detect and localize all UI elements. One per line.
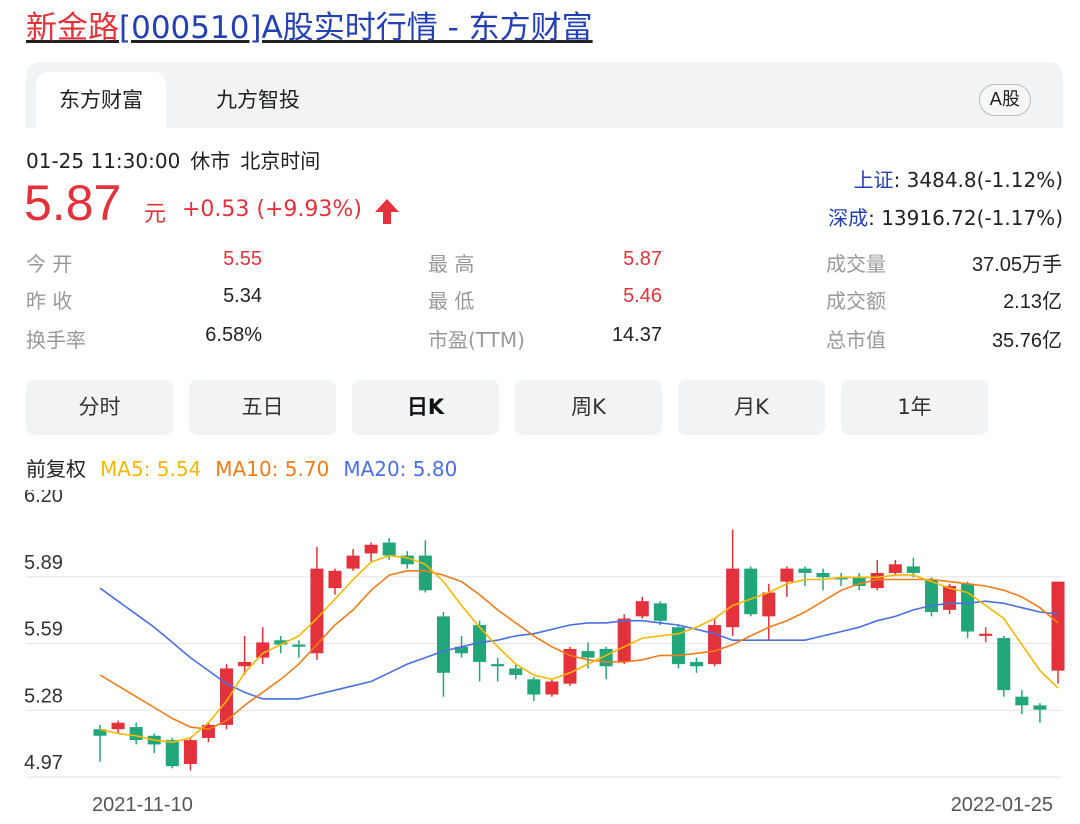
open-label: 今 开 (26, 252, 73, 276)
amount-label: 成交额 (826, 289, 886, 313)
candle-body (635, 601, 649, 617)
candle-body (328, 570, 342, 589)
y-tick-label: 4.97 (24, 752, 63, 774)
candle-body (888, 564, 902, 573)
volume-label: 成交量 (826, 252, 886, 276)
y-tick-label: 6.20 (24, 490, 63, 507)
candlestick-chart: 6.20 5.89 5.59 5.28 4.97 2021-11-10 2022-01-25 (24, 490, 1065, 816)
candle-body (653, 603, 667, 621)
candle-body (744, 568, 758, 615)
ma10-line (99, 570, 1059, 731)
quote-time-row: 01-25 11:30:00 休市 北京时间 (26, 145, 330, 174)
candle-body (238, 661, 252, 667)
candle-body (129, 727, 143, 741)
market-cap-label: 总市值 (826, 328, 886, 352)
ma10-legend: MA10: 5.70 (215, 457, 330, 481)
candle-body (346, 555, 360, 569)
arrow-up-icon (375, 199, 399, 224)
low-value: 5.46 (623, 285, 662, 307)
current-price: 5.87 (24, 175, 122, 231)
market-tag[interactable]: A股 (978, 84, 1031, 116)
source-tabbar: 东方财富 九方智投 A股 (26, 62, 1063, 128)
period-monthly-k-button[interactable]: 月K (678, 380, 825, 435)
tab-jiufang[interactable]: 九方智投 (198, 72, 318, 128)
candle-body (816, 572, 830, 578)
candle-body (997, 638, 1011, 691)
candle-body (1015, 696, 1029, 706)
quote-time: 01-25 11:30:00 (26, 149, 181, 173)
index-shenzhen[interactable]: 深成: 13916.72(-1.17%) (828, 202, 1063, 231)
pe-label: 市盈(TTM) (428, 328, 525, 352)
ma-legend: 前复权 MA5: 5.54 MA10: 5.70 MA20: 5.80 (26, 453, 471, 482)
index-shanghai[interactable]: 上证: 3484.8(-1.12%) (854, 164, 1063, 193)
candle-body (491, 664, 505, 667)
x-end-label: 2022-01-25 (951, 794, 1053, 816)
index-shanghai-value: : 3484.8(-1.12%) (893, 168, 1063, 192)
ma20-legend: MA20: 5.80 (343, 457, 458, 481)
y-tick-label: 5.59 (24, 619, 63, 641)
amount-value: 2.13亿 (1003, 291, 1062, 313)
y-tick-label: 5.89 (24, 552, 63, 574)
market-cap-value: 35.76亿 (991, 330, 1062, 352)
y-tick-label: 5.28 (24, 685, 63, 707)
candle-body (780, 568, 794, 582)
candle-body (183, 740, 197, 764)
candle-body (364, 544, 378, 554)
index-shanghai-name[interactable]: 上证 (854, 168, 894, 192)
candle-body (563, 648, 577, 684)
candle-body (165, 740, 179, 767)
candle-body (418, 555, 432, 591)
candle-body (509, 668, 523, 675)
open-value: 5.55 (223, 248, 262, 270)
candle-body (798, 568, 812, 573)
period-weekly-k-button[interactable]: 周K (515, 380, 662, 435)
tab-eastmoney[interactable]: 东方财富 (36, 72, 166, 128)
candle-body (111, 722, 125, 730)
candle-body (689, 661, 703, 667)
turnover-rate-value: 6.58% (205, 324, 262, 346)
index-shenzhen-value: : 13916.72(-1.17%) (868, 206, 1063, 230)
prev-close-label: 昨 收 (26, 289, 73, 313)
timezone-label: 北京时间 (240, 149, 321, 173)
title-stock-code[interactable]: [000510]A股实时行情 - 东方财富 (119, 10, 593, 46)
title-stock-name[interactable]: 新金路 (26, 10, 119, 46)
high-value: 5.87 (623, 248, 662, 270)
candle-body (1033, 705, 1047, 710)
price-change: +0.53 (+9.93%) (182, 197, 362, 222)
prev-close-value: 5.34 (223, 285, 262, 307)
page-title[interactable]: 新金路[000510]A股实时行情 - 东方财富 (26, 8, 593, 48)
candle-body (436, 616, 450, 673)
high-label: 最 高 (428, 252, 475, 276)
period-one-year-button[interactable]: 1年 (841, 380, 988, 435)
candle-body (292, 644, 306, 647)
market-status: 休市 (190, 149, 231, 173)
index-shenzhen-name[interactable]: 深成 (828, 206, 868, 230)
adjust-label: 前复权 (26, 457, 86, 481)
candle-body (545, 681, 559, 695)
candle-body (617, 618, 631, 662)
volume-value: 37.05万手 (971, 254, 1062, 276)
candle-body (979, 633, 993, 636)
candle-body (906, 566, 920, 573)
candle-body (382, 542, 396, 556)
period-intraday-button[interactable]: 分时 (26, 380, 173, 435)
ma5-line (99, 554, 1059, 744)
candle-body (1051, 581, 1065, 671)
candle-body (708, 625, 722, 665)
candle-body (726, 568, 740, 628)
price-unit: 元 (144, 202, 167, 227)
candle-body (527, 679, 541, 695)
period-daily-k-button[interactable]: 日K (352, 380, 499, 435)
ma5-legend: MA5: 5.54 (100, 457, 202, 481)
x-start-label: 2021-11-10 (92, 794, 193, 816)
candle-body (256, 642, 270, 658)
turnover-rate-label: 换手率 (26, 328, 86, 352)
candle-body (762, 592, 776, 617)
period-five-day-button[interactable]: 五日 (189, 380, 336, 435)
pe-value: 14.37 (611, 324, 662, 346)
candle-body (581, 651, 595, 658)
low-label: 最 低 (428, 289, 475, 313)
